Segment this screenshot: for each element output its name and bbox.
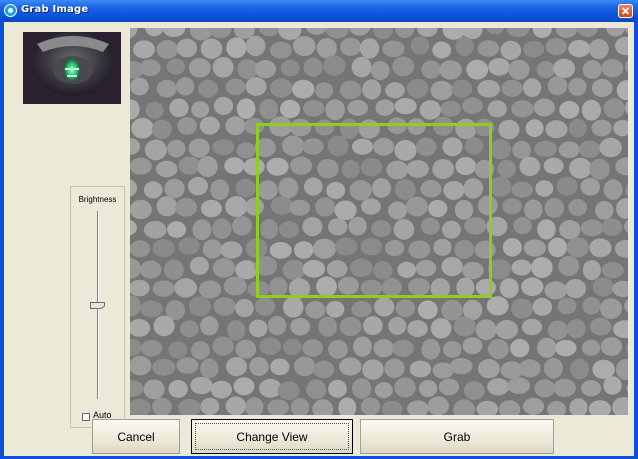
grab-button[interactable]: Grab: [360, 419, 554, 454]
brightness-panel: Brightness Auto: [70, 186, 125, 428]
close-button[interactable]: [618, 4, 633, 18]
focus-rectangle: [195, 423, 349, 450]
app-icon: [4, 4, 17, 17]
window-title: Grab Image: [21, 4, 89, 15]
change-view-button[interactable]: Change View: [191, 419, 353, 454]
camera-image-view[interactable]: [130, 28, 628, 415]
brightness-label: Brightness: [78, 195, 117, 204]
cancel-button[interactable]: Cancel: [92, 419, 180, 454]
camera-preview-thumbnail[interactable]: [23, 32, 121, 104]
region-of-interest-box[interactable]: [256, 123, 492, 298]
title-bar[interactable]: Grab Image: [0, 0, 638, 22]
grab-image-window: Grab Image Brightness Auto Cancel Change…: [0, 0, 638, 459]
dialog-client-area: Brightness Auto Cancel Change View Grab: [4, 22, 634, 456]
close-icon: [621, 7, 630, 15]
auto-checkbox[interactable]: [82, 413, 90, 421]
brightness-slider-thumb[interactable]: [90, 302, 105, 309]
